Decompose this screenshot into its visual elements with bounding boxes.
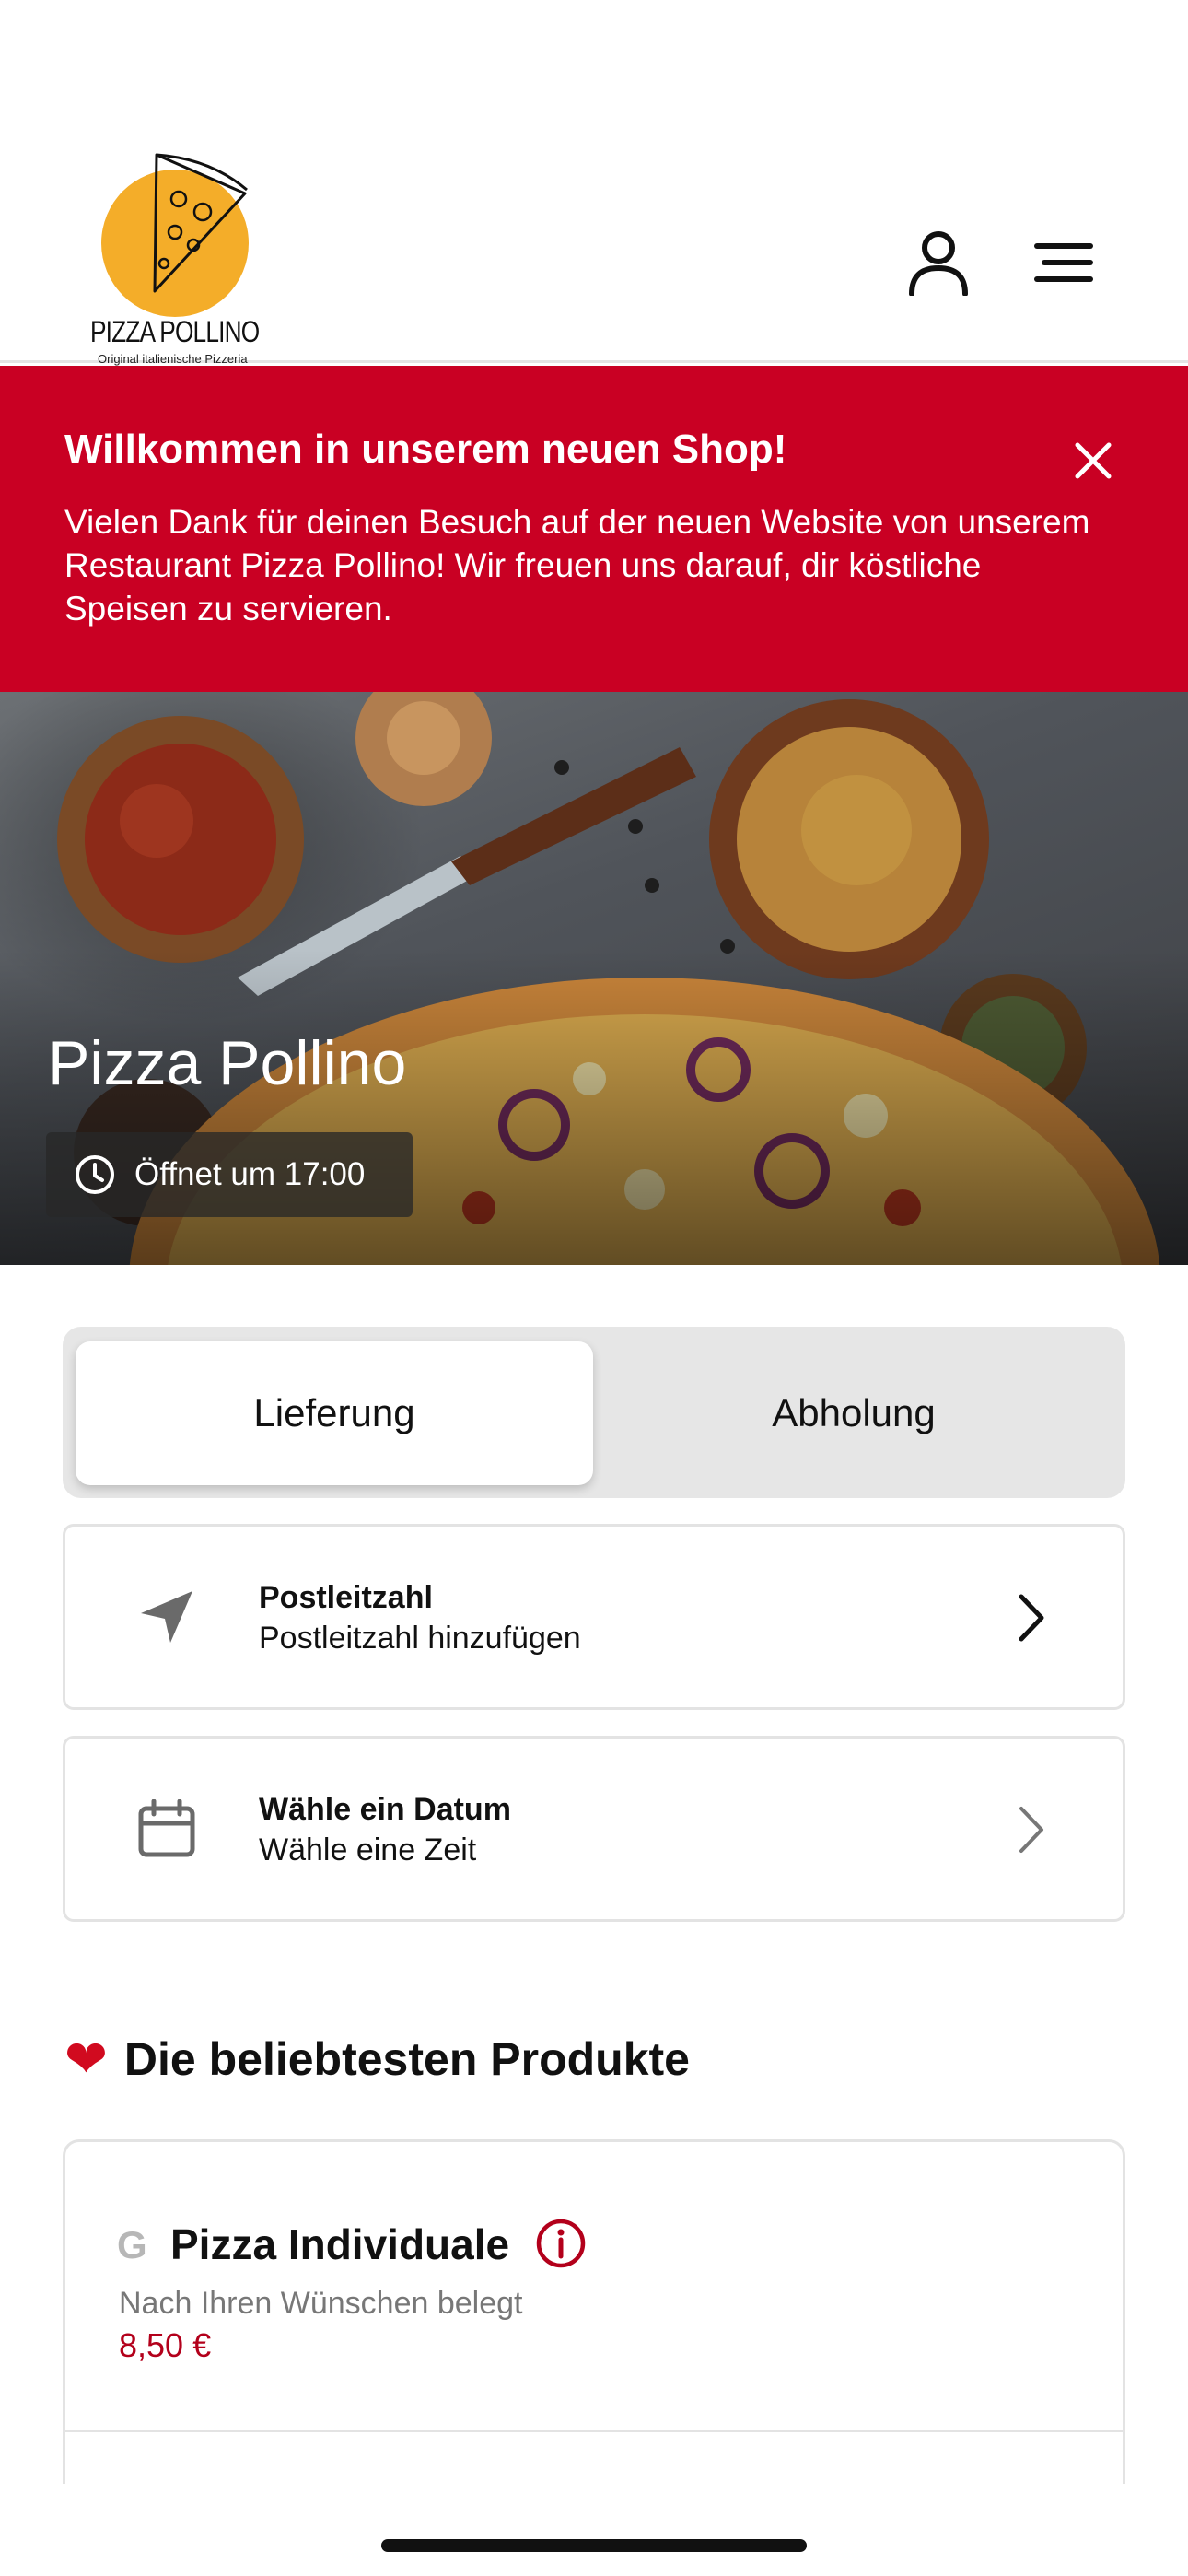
popular-products-heading: ❤ Die beliebtesten Produkte xyxy=(64,2029,690,2090)
info-icon[interactable] xyxy=(535,2218,587,2269)
close-icon[interactable] xyxy=(1059,427,1127,495)
pickup-option[interactable]: Abholung xyxy=(595,1341,1112,1485)
restaurant-name: Pizza Pollino xyxy=(48,1028,407,1098)
banner-title: Willkommen in unserem neuen Shop! xyxy=(64,427,787,472)
chevron-right-icon xyxy=(999,1586,1064,1650)
heart-icon: ❤ xyxy=(64,2030,108,2088)
product-price: 8,50 € xyxy=(119,2326,212,2364)
zip-code-subtitle: Postleitzahl hinzufügen xyxy=(259,1621,581,1656)
date-subtitle: Wähle eine Zeit xyxy=(259,1832,477,1868)
calendar-icon xyxy=(132,1794,202,1864)
logo-tagline: Original italienische Pizzeria xyxy=(98,352,248,366)
popular-products-title: Die beliebtesten Produkte xyxy=(123,2033,690,2085)
zip-code-selector[interactable]: Postleitzahl Postleitzahl hinzufügen xyxy=(63,1524,1125,1710)
logo-name: PIZZA POLLINO xyxy=(90,315,260,348)
chevron-right-icon xyxy=(999,1797,1064,1862)
welcome-banner: Willkommen in unserem neuen Shop! Vielen… xyxy=(0,366,1188,692)
app-header: PIZZA POLLINO Original italienische Pizz… xyxy=(0,0,1188,366)
opening-hours-text: Öffnet um 17:00 xyxy=(134,1156,366,1192)
location-arrow-icon xyxy=(132,1582,202,1652)
bottom-safe-area xyxy=(0,2484,1188,2576)
hero-image: Pizza Pollino Öffnet um 17:00 xyxy=(0,692,1188,1265)
delivery-option[interactable]: Lieferung xyxy=(76,1341,593,1485)
banner-text: Vielen Dank für deinen Besuch auf der ne… xyxy=(64,503,1090,627)
product-description: Nach Ihren Wünschen belegt xyxy=(119,2286,523,2321)
home-indicator[interactable] xyxy=(381,2539,807,2552)
date-time-selector[interactable]: Wähle ein Datum Wähle eine Zeit xyxy=(63,1736,1125,1922)
user-icon[interactable] xyxy=(897,221,980,304)
opening-hours-badge: Öffnet um 17:00 xyxy=(46,1132,413,1217)
product-badge: G xyxy=(117,2223,147,2266)
order-mode-toggle: Lieferung Abholung xyxy=(63,1327,1125,1498)
pizza-pollino-logo[interactable]: PIZZA POLLINO Original italienische Pizz… xyxy=(90,153,265,367)
menu-icon[interactable] xyxy=(1022,221,1105,304)
date-title: Wähle ein Datum xyxy=(259,1792,511,1827)
clock-icon xyxy=(76,1155,114,1194)
zip-code-title: Postleitzahl xyxy=(259,1580,433,1615)
product-divider xyxy=(65,2430,1123,2432)
pizza-slice-icon xyxy=(153,153,248,293)
product-name: Pizza Individuale xyxy=(170,2220,510,2268)
